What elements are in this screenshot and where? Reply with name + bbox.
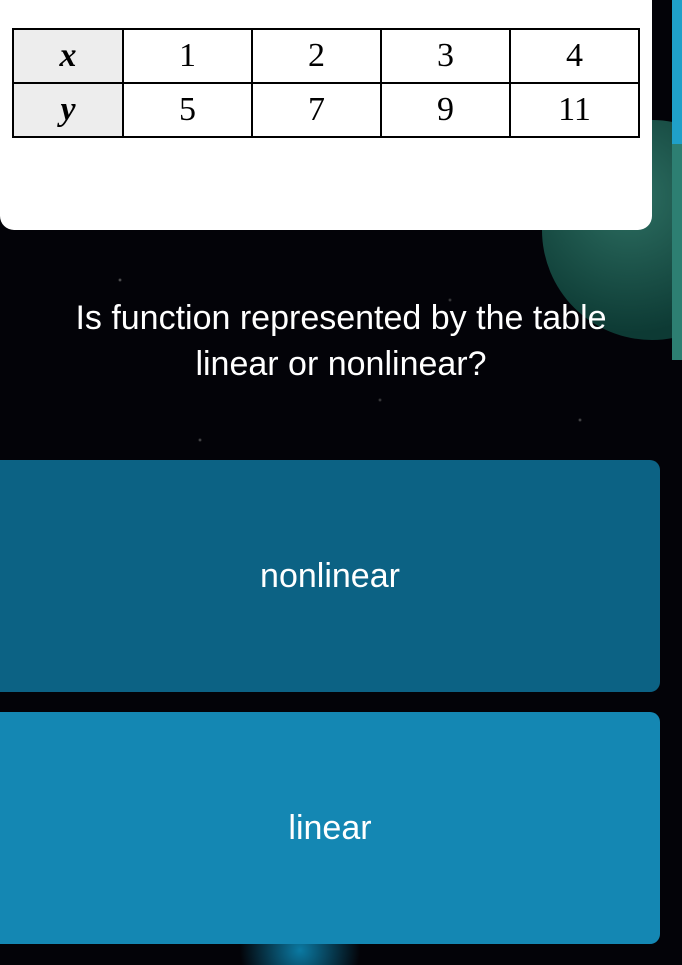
table-cell: 1	[123, 29, 252, 83]
answer-option-nonlinear[interactable]: nonlinear	[0, 460, 660, 692]
table-cell: 7	[252, 83, 381, 137]
table-row: x 1 2 3 4	[13, 29, 639, 83]
table-cell: 5	[123, 83, 252, 137]
table-cell: 9	[381, 83, 510, 137]
data-table-card: x 1 2 3 4 y 5 7 9 11	[0, 0, 652, 230]
question-text: Is function represented by the table lin…	[0, 296, 682, 388]
side-accent-bar	[672, 0, 682, 360]
xy-table: x 1 2 3 4 y 5 7 9 11	[12, 28, 640, 138]
answer-label: nonlinear	[260, 557, 400, 596]
table-cell: 4	[510, 29, 639, 83]
table-cell: 2	[252, 29, 381, 83]
answer-label: linear	[288, 809, 371, 848]
row-header-y: y	[13, 83, 123, 137]
question-line-1: Is function represented by the table	[75, 299, 606, 337]
table-cell: 11	[510, 83, 639, 137]
answer-group: nonlinear linear	[0, 460, 660, 944]
table-cell: 3	[381, 29, 510, 83]
table-row: y 5 7 9 11	[13, 83, 639, 137]
row-header-x: x	[13, 29, 123, 83]
answer-option-linear[interactable]: linear	[0, 712, 660, 944]
question-line-2: linear or nonlinear?	[195, 345, 486, 383]
